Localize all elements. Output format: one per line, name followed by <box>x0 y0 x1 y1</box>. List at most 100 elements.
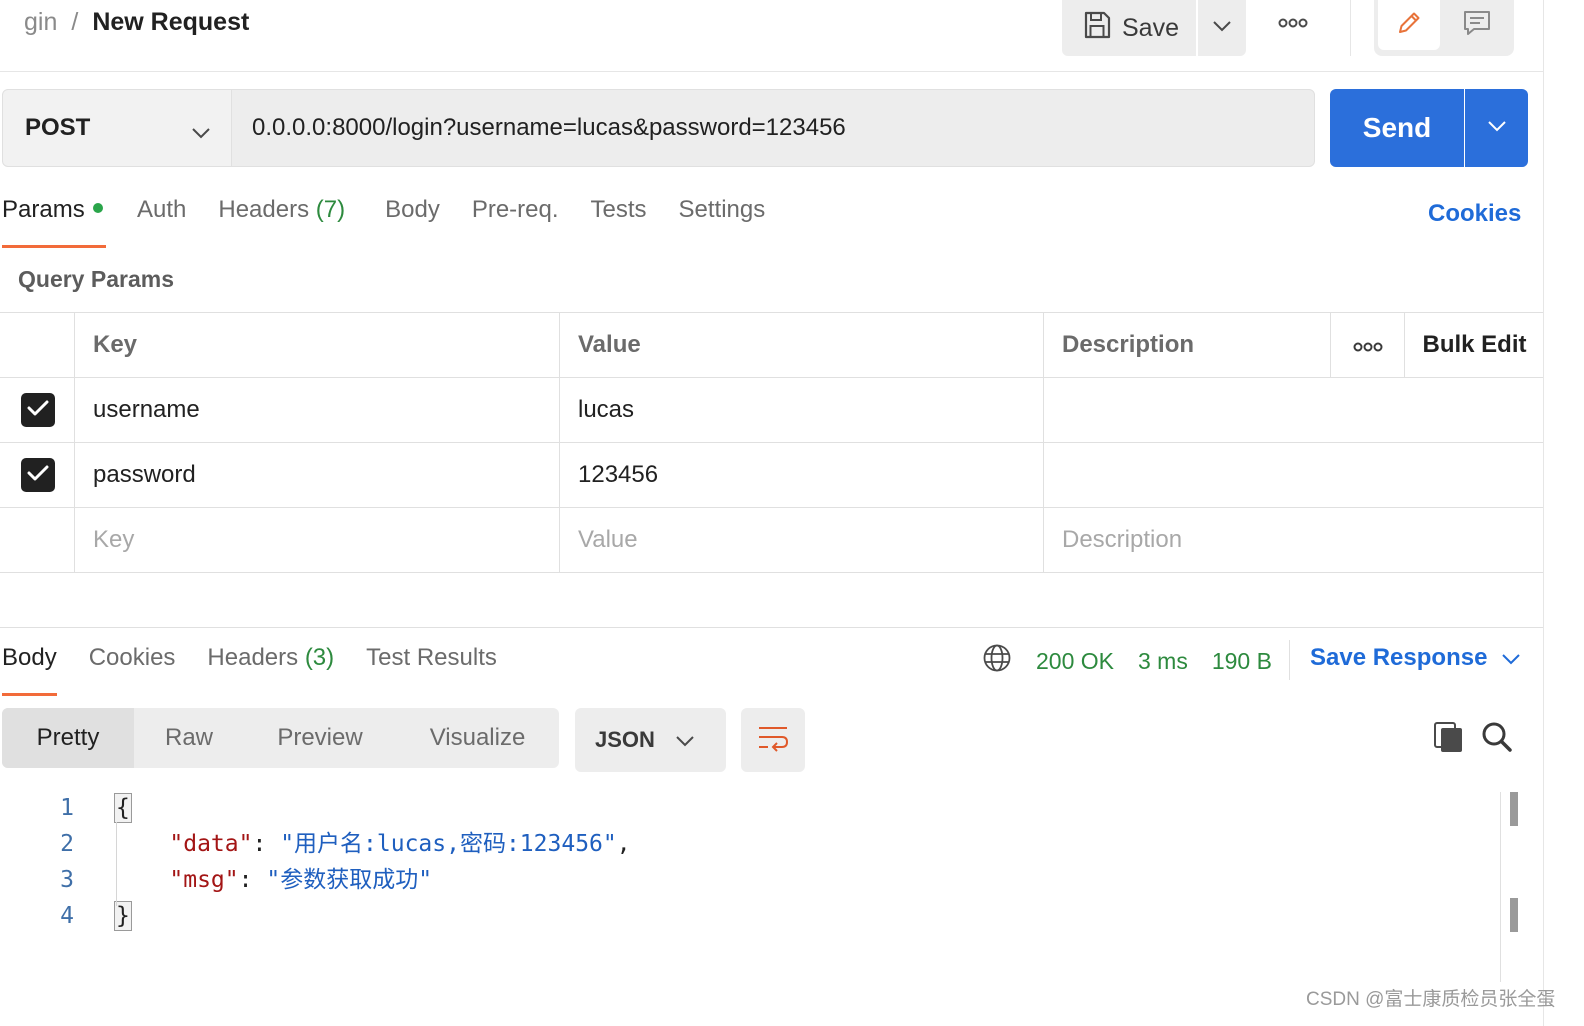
json-string-value: "用户名:lucas,密码:123456" <box>280 831 617 857</box>
method-value: POST <box>25 114 91 141</box>
tab-settings[interactable]: Settings <box>679 196 766 248</box>
chevron-down-icon <box>1212 19 1232 37</box>
save-response-label: Save Response <box>1310 644 1488 671</box>
row-checkbox-cell <box>0 378 75 442</box>
send-button[interactable]: Send <box>1330 89 1464 167</box>
view-mode-pretty[interactable]: Pretty <box>2 708 134 768</box>
scrollbar-marker[interactable] <box>1510 898 1518 932</box>
param-description-cell[interactable] <box>1043 443 1544 507</box>
save-group: Save <box>1062 0 1246 56</box>
url-input[interactable]: 0.0.0.0:8000/login?username=lucas&passwo… <box>231 89 1315 167</box>
save-button[interactable]: Save <box>1062 0 1196 56</box>
request-response-divider[interactable] <box>0 627 1544 628</box>
tab-test-results[interactable]: Test Results <box>366 644 497 696</box>
line-number: 2 <box>60 831 74 857</box>
response-size[interactable]: 190 B <box>1212 648 1272 675</box>
tab-response-body-label: Body <box>2 644 57 671</box>
chevron-down-icon <box>1487 119 1507 137</box>
param-description-cell[interactable] <box>1043 378 1544 442</box>
chevron-down-icon <box>1501 644 1521 672</box>
globe-icon[interactable] <box>982 643 1012 679</box>
new-param-row: Key Value Description <box>0 508 1544 573</box>
code-text: { <box>114 790 132 826</box>
new-key-input[interactable]: Key <box>74 508 560 572</box>
tab-tests[interactable]: Tests <box>591 196 647 248</box>
tab-auth-label: Auth <box>137 196 187 223</box>
pencil-icon <box>1394 8 1424 43</box>
save-response-button[interactable]: Save Response <box>1310 644 1521 672</box>
request-title[interactable]: New Request <box>92 8 249 37</box>
response-tabs: Body Cookies Headers (3) Test Results <box>2 644 497 696</box>
method-select[interactable]: POST <box>2 89 232 167</box>
value-column-header: Value <box>559 313 1044 377</box>
more-actions-button[interactable] <box>1272 10 1314 38</box>
bulk-edit-button[interactable]: Bulk Edit <box>1404 313 1544 377</box>
row-enabled-checkbox[interactable] <box>20 458 55 492</box>
send-options-dropdown[interactable] <box>1465 89 1528 167</box>
comments-button[interactable] <box>1446 0 1508 50</box>
tab-response-cookies[interactable]: Cookies <box>89 644 176 696</box>
param-key-cell[interactable]: password <box>74 443 560 507</box>
search-icon[interactable] <box>1480 720 1514 759</box>
headers-count: (7) <box>315 196 346 223</box>
code-line: 2 "data": "用户名:lucas,密码:123456", <box>0 826 1500 862</box>
tab-response-headers[interactable]: Headers (3) <box>207 644 334 696</box>
open-brace: { <box>114 793 132 823</box>
tab-response-body[interactable]: Body <box>2 644 57 696</box>
more-horizontal-icon <box>1278 15 1308 33</box>
copy-icon[interactable] <box>1432 720 1466 759</box>
line-number: 4 <box>60 903 74 929</box>
row-enabled-checkbox[interactable] <box>20 393 55 427</box>
tab-prereq-label: Pre-req. <box>471 196 559 223</box>
format-select[interactable]: JSON <box>575 708 726 772</box>
tab-response-headers-label: Headers <box>207 644 299 671</box>
new-description-input[interactable]: Description <box>1043 508 1544 572</box>
scrollbar-marker[interactable] <box>1510 792 1518 826</box>
code-text: "data": "用户名:lucas,密码:123456", <box>169 831 631 857</box>
tab-tests-label: Tests <box>590 196 647 223</box>
key-column-header: Key <box>74 313 560 377</box>
param-value-cell[interactable]: lucas <box>559 378 1044 442</box>
param-key-cell[interactable]: username <box>74 378 560 442</box>
editor-scrollbar-track[interactable] <box>1500 792 1501 982</box>
code-text: "msg": "参数获取成功" <box>169 867 433 893</box>
header-divider <box>1350 0 1351 56</box>
more-horizontal-icon <box>1353 331 1383 359</box>
row-checkbox-cell <box>0 508 75 572</box>
param-value-cell[interactable]: 123456 <box>559 443 1044 507</box>
tab-headers-label: Headers <box>218 196 310 223</box>
query-params-table: Key Value Description Bulk Edit username… <box>0 312 1544 573</box>
chevron-down-icon <box>191 118 211 146</box>
tab-prereq[interactable]: Pre-req. <box>472 196 559 248</box>
wrap-lines-button[interactable] <box>741 708 805 772</box>
breadcrumb-collection[interactable]: gin <box>24 8 57 37</box>
tab-params[interactable]: Params <box>2 196 106 248</box>
tab-auth[interactable]: Auth <box>137 196 186 248</box>
json-string-value: "参数获取成功" <box>266 867 433 893</box>
status-code[interactable]: 200 OK <box>1036 648 1114 675</box>
table-row: password 123456 <box>0 443 1544 508</box>
view-mode-visualize[interactable]: Visualize <box>396 708 559 768</box>
table-header-row: Key Value Description Bulk Edit <box>0 313 1544 378</box>
documentation-edit-button[interactable] <box>1378 0 1440 50</box>
response-time[interactable]: 3 ms <box>1138 648 1188 675</box>
response-body-editor[interactable]: 1 { 2 "data": "用户名:lucas,密码:123456", 3 "… <box>0 790 1500 934</box>
checkmark-icon <box>27 396 49 424</box>
indent-guide <box>116 822 117 906</box>
save-options-dropdown[interactable] <box>1198 0 1246 56</box>
tab-headers[interactable]: Headers (7) <box>218 196 345 248</box>
save-label: Save <box>1122 13 1179 42</box>
view-mode-raw[interactable]: Raw <box>134 708 244 768</box>
tab-body[interactable]: Body <box>385 196 440 248</box>
wrap-lines-icon <box>756 723 790 758</box>
view-mode-preview[interactable]: Preview <box>244 708 396 768</box>
format-value: JSON <box>595 727 655 752</box>
new-value-input[interactable]: Value <box>559 508 1044 572</box>
side-panel-toggle-group <box>1374 0 1514 56</box>
code-line: 1 { <box>0 790 1500 826</box>
response-headers-count: (3) <box>304 644 335 671</box>
column-options-button[interactable] <box>1330 313 1404 377</box>
table-row: username lucas <box>0 378 1544 443</box>
cookies-link[interactable]: Cookies <box>1428 200 1521 228</box>
params-active-dot <box>92 202 103 213</box>
